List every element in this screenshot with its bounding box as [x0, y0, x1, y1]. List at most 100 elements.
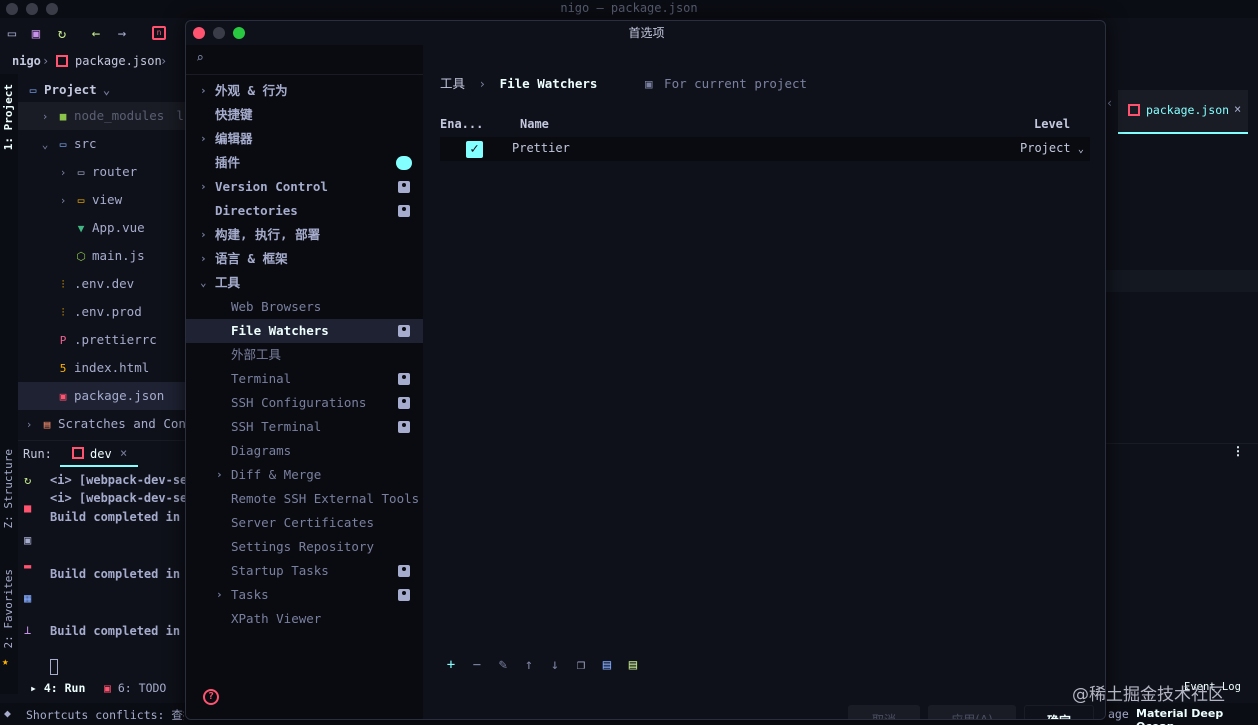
nav-item[interactable]: › 语言 & 框架 [186, 247, 423, 271]
tree-item-package-json[interactable]: ▣ package.json [18, 382, 186, 410]
theme-indicator[interactable]: Material Deep Ocean [1136, 707, 1258, 725]
run-tab-dev[interactable]: dev × [60, 443, 138, 467]
tree-item-main-js[interactable]: ⬡ main.js [18, 242, 186, 270]
back-icon[interactable]: ← [88, 26, 104, 42]
nav-item[interactable]: › Version Control [186, 175, 423, 199]
close-icon[interactable]: × [120, 446, 127, 460]
favorites-tool-tab[interactable]: 2: Favorites [2, 569, 15, 648]
chevron-down-icon[interactable]: ⌄ [200, 271, 207, 295]
nav-item[interactable]: › Diff & Merge [186, 463, 423, 487]
npm-icon[interactable]: n [152, 26, 166, 40]
nav-item[interactable]: SSH Configurations [186, 391, 423, 415]
nav-item[interactable]: Startup Tasks [186, 559, 423, 583]
rerun-icon[interactable]: ↻ [24, 473, 31, 487]
chevron-right-icon[interactable]: › [200, 79, 207, 103]
tree-item-src[interactable]: ⌄ ▭ src [18, 130, 186, 158]
run-label: Run: [23, 447, 52, 461]
restore-layout-icon[interactable]: ▣ [24, 533, 31, 547]
save-icon[interactable]: ▣ [28, 26, 44, 42]
nav-item[interactable]: › 外观 & 行为 [186, 79, 423, 103]
stop-icon[interactable]: ■ [24, 501, 31, 515]
status-message[interactable]: Shortcuts conflicts: 查找 [26, 707, 184, 723]
forward-icon[interactable]: → [114, 26, 130, 42]
run-tool-tab[interactable]: ▸ 4: Run [30, 681, 85, 695]
import-icon[interactable]: ▤ [599, 657, 615, 673]
nav-item[interactable]: 快捷键 [186, 103, 423, 127]
nav-item[interactable]: 插件 [186, 151, 423, 175]
copy-icon[interactable]: ❐ [573, 657, 589, 673]
breadcrumb-file[interactable]: package.json [75, 54, 162, 68]
tree-item-scratches[interactable]: › ▤ Scratches and Cons [18, 410, 186, 438]
enabled-checkbox[interactable]: ✓ [466, 141, 483, 158]
close-icon[interactable]: × [1234, 102, 1241, 116]
level-select[interactable]: Project ⌄ [1020, 141, 1084, 155]
nav-item[interactable]: File Watchers [186, 319, 423, 343]
breadcrumb-project[interactable]: nigo [12, 54, 41, 68]
nav-item[interactable]: Remote SSH External Tools [186, 487, 423, 511]
breadcrumb-parent[interactable]: 工具 [440, 76, 465, 91]
pin-icon[interactable]: ⊥ [24, 623, 31, 637]
apply-button[interactable]: 应用(A) [928, 705, 1016, 719]
todo-tool-tab[interactable]: ▣ 6: TODO [104, 681, 166, 695]
nav-item[interactable]: Diagrams [186, 439, 423, 463]
tree-item-node-modules[interactable]: › ■ node_modules l [18, 102, 186, 130]
column-enabled[interactable]: Ena... [440, 117, 483, 131]
nav-item[interactable]: ⌄ 工具 [186, 271, 423, 295]
chevron-right-icon[interactable]: › [200, 127, 207, 151]
chevron-right-icon[interactable]: › [200, 247, 207, 271]
nav-item[interactable]: Settings Repository [186, 535, 423, 559]
editor-tab-package-json[interactable]: package.json × [1118, 90, 1248, 134]
table-row[interactable]: ✓ Prettier Project ⌄ [440, 137, 1090, 161]
help-icon[interactable]: ? [203, 689, 219, 705]
settings-search[interactable]: ⌕ [186, 45, 423, 75]
project-panel-header[interactable]: ▭ Project ⌄ [18, 76, 186, 104]
project-tool-tab[interactable]: 1: Project [2, 84, 15, 150]
tree-item-view[interactable]: › ▭ view [18, 186, 186, 214]
chevron-right-icon[interactable]: › [200, 223, 207, 247]
structure-tool-tab[interactable]: Z: Structure [2, 449, 15, 528]
chevron-left-icon[interactable]: ‹ [1106, 96, 1113, 110]
more-options-icon[interactable]: ⋮ [1232, 444, 1244, 458]
project-level-icon [398, 205, 410, 217]
nav-item[interactable]: Web Browsers [186, 295, 423, 319]
nav-item[interactable]: › 构建, 执行, 部署 [186, 223, 423, 247]
nav-item[interactable]: Terminal [186, 367, 423, 391]
tree-item-env-dev[interactable]: ⫶ .env.dev [18, 270, 186, 298]
tree-item-prettierrc[interactable]: P .prettierrc [18, 326, 186, 354]
trash-icon[interactable]: ▬ [24, 559, 31, 573]
cancel-button[interactable]: 取消 [848, 705, 920, 719]
chevron-right-icon[interactable]: › [200, 175, 207, 199]
export-icon[interactable]: ▤ [625, 657, 641, 673]
edit-icon[interactable]: ✎ [495, 657, 511, 673]
chevron-right-icon[interactable]: › [216, 583, 223, 607]
ok-button[interactable]: 确定 [1024, 705, 1094, 719]
sync-icon[interactable]: ↻ [54, 26, 70, 42]
move-up-icon[interactable]: ↑ [521, 657, 537, 673]
folder-icon: ▭ [77, 194, 85, 207]
dialog-title: 首选项 [628, 26, 665, 40]
run-panel: Run: dev × ↻ ■ ▣ ▬ ▦ ⊥ <i> [webpack-dev-… [18, 440, 188, 675]
tree-item-label: router [92, 164, 138, 179]
tree-item-app-vue[interactable]: ▼ App.vue [18, 214, 186, 242]
tree-item-router[interactable]: › ▭ router [18, 158, 186, 186]
console-line: Build completed in [50, 510, 181, 524]
settings-search-input[interactable] [214, 49, 414, 71]
nav-item[interactable]: Server Certificates [186, 511, 423, 535]
move-down-icon[interactable]: ↓ [547, 657, 563, 673]
nav-item[interactable]: › Tasks [186, 583, 423, 607]
column-name[interactable]: Name [520, 117, 549, 131]
add-icon[interactable]: + [443, 657, 459, 673]
nav-item[interactable]: SSH Terminal [186, 415, 423, 439]
chevron-right-icon[interactable]: › [216, 463, 223, 487]
nav-item[interactable]: Directories [186, 199, 423, 223]
tree-item-index-html[interactable]: 5 index.html [18, 354, 186, 382]
console-line: <i> [webpack-dev-se [50, 491, 188, 505]
nav-item[interactable]: › 编辑器 [186, 127, 423, 151]
column-level[interactable]: Level [1034, 117, 1070, 131]
layout-icon[interactable]: ▦ [24, 591, 31, 605]
tree-item-env-prod[interactable]: ⫶ .env.prod [18, 298, 186, 326]
nav-item[interactable]: XPath Viewer [186, 607, 423, 631]
remove-icon[interactable]: − [469, 657, 485, 673]
nav-item[interactable]: 外部工具 [186, 343, 423, 367]
open-folder-icon[interactable]: ▭ [4, 26, 20, 42]
